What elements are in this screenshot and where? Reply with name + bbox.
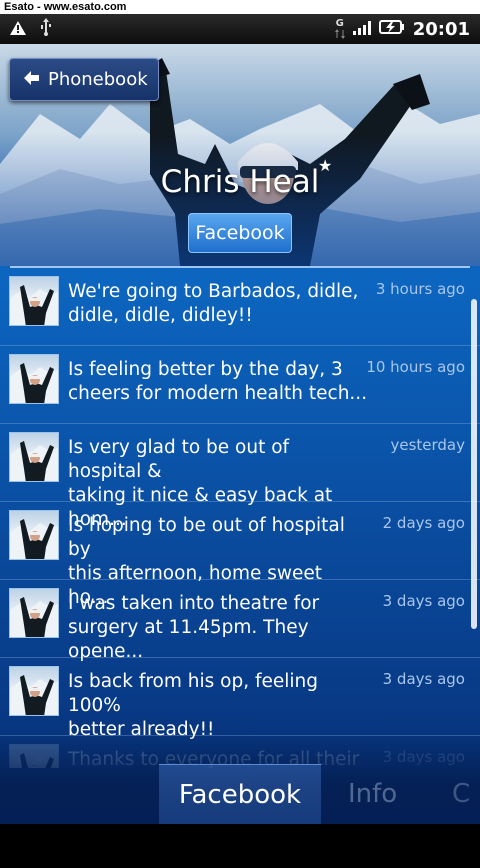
status-text-line: cheers for modern health tech... (68, 383, 368, 404)
avatar (9, 432, 59, 482)
status-text-line: I was taken into theatre for (68, 593, 320, 614)
back-arrow-icon (24, 69, 40, 90)
status-text: I was taken into theatre for surgery at 1… (68, 592, 368, 664)
signal-icon (352, 20, 371, 39)
usb-icon (40, 18, 52, 40)
status-text: Is feeling better by the day, 3 cheers fo… (68, 358, 368, 406)
favorite-star-icon[interactable]: ★ (318, 156, 332, 175)
network-type-label: G (335, 18, 344, 29)
status-text-line: Is feeling better by the day, 3 (68, 359, 343, 380)
tab-info[interactable]: Info (348, 764, 397, 824)
list-item[interactable]: I was taken into theatre for surgery at 1… (0, 580, 480, 662)
status-text: Is back from his op, feeling 100% better … (68, 670, 368, 742)
status-timestamp: 2 days ago (382, 514, 465, 532)
avatar (9, 666, 59, 716)
status-timestamp: 3 days ago (382, 670, 465, 688)
status-text-line: Is hoping to be out of hospital by (68, 515, 345, 560)
contact-header: Phonebook Chris Heal ★ Facebook (0, 44, 480, 266)
list-item[interactable]: Is very glad to be out of hospital & taki… (0, 424, 480, 530)
list-item[interactable]: Is feeling better by the day, 3 cheers fo… (0, 346, 480, 424)
watermark-bar: Esato - www.esato.com (0, 0, 480, 14)
list-scrollbar[interactable] (471, 299, 477, 629)
battery-charging-icon (378, 19, 405, 39)
phonebook-back-button[interactable]: Phonebook (9, 58, 159, 101)
avatar (9, 588, 59, 638)
network-type-icon: G (334, 18, 345, 39)
tab-facebook[interactable]: Facebook (159, 764, 321, 824)
status-text-line: We're going to Barbados, didle, (68, 281, 359, 302)
status-text: We're going to Barbados, didle, didle, di… (68, 280, 368, 328)
facebook-service-button[interactable]: Facebook (188, 213, 292, 253)
status-bar: G 20:01 (0, 14, 480, 44)
tab-next[interactable]: C (452, 764, 470, 824)
status-timestamp: yesterday (390, 436, 465, 454)
status-text-line: didle, didle, didley!! (68, 305, 253, 326)
contact-screen: Phonebook Chris Heal ★ Facebook We're go… (0, 44, 480, 868)
list-item[interactable]: Is hoping to be out of hospital by this a… (0, 502, 480, 608)
status-text-line: surgery at 11.45pm. They opene... (68, 617, 309, 662)
clock: 20:01 (412, 18, 470, 40)
status-update-list[interactable]: We're going to Barbados, didle, didle, di… (0, 268, 480, 768)
bottom-bar-background (0, 824, 480, 868)
avatar (9, 354, 59, 404)
status-timestamp: 3 days ago (382, 592, 465, 610)
list-item[interactable]: Is back from his op, feeling 100% better … (0, 658, 480, 740)
watermark-text: Esato - www.esato.com (4, 1, 127, 13)
back-button-label: Phonebook (48, 69, 148, 90)
avatar (9, 510, 59, 560)
bottom-tab-bar: Facebook Info C (0, 764, 480, 824)
warning-icon (10, 20, 26, 39)
list-item[interactable]: We're going to Barbados, didle, didle, di… (0, 268, 480, 346)
contact-name: Chris Heal (160, 164, 320, 200)
status-timestamp: 10 hours ago (366, 358, 465, 376)
status-text-line: Is very glad to be out of hospital & (68, 437, 290, 482)
status-timestamp: 3 hours ago (375, 280, 465, 298)
status-text-line: Is back from his op, feeling 100% (68, 671, 318, 716)
avatar (9, 276, 59, 326)
